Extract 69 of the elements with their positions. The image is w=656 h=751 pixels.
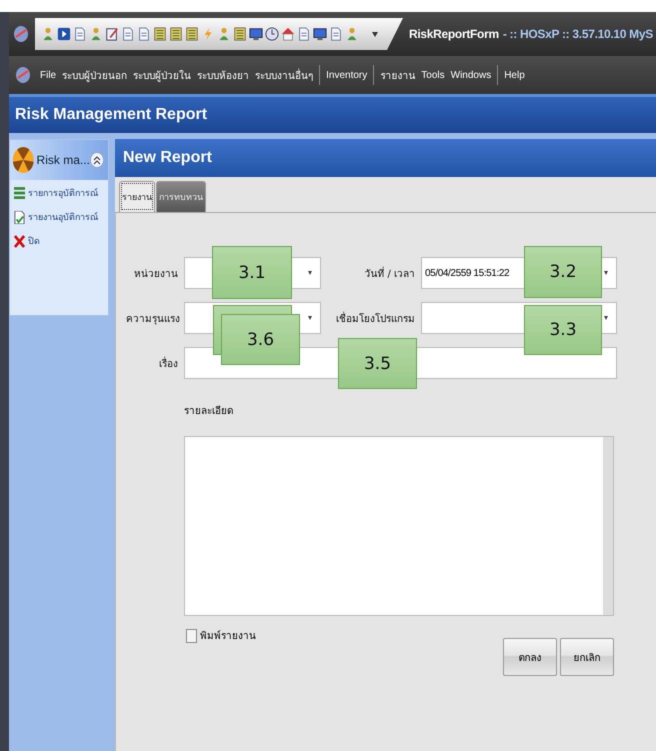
dropdown-arrow-icon[interactable] — [306, 270, 314, 276]
field-label: ความรุนแรง — [126, 312, 178, 326]
field-label: เรื่อง — [158, 356, 178, 370]
sidebar-title: Risk ma... — [36, 153, 90, 167]
document-icon[interactable] — [73, 26, 87, 42]
monitor-icon[interactable] — [313, 26, 327, 42]
grid-icon[interactable] — [169, 26, 183, 42]
sidebar-item[interactable]: ปิด — [10, 228, 108, 252]
document-icon[interactable] — [329, 26, 343, 42]
field-label: เชื่อมโยงโปรแกรม — [335, 310, 415, 326]
form-header: Risk Management Report — [9, 97, 656, 133]
callout-tooltip: 3.3 — [524, 305, 602, 355]
app-icon[interactable] — [13, 25, 29, 43]
app-icon[interactable] — [15, 66, 31, 84]
person-icon[interactable] — [345, 26, 359, 42]
callout-tooltip: 3.2 — [524, 246, 602, 298]
list-icon — [14, 186, 25, 200]
grid-icon[interactable] — [153, 26, 167, 42]
dialog-button[interactable]: ตกลง — [503, 638, 557, 676]
menu-item[interactable]: File — [37, 68, 60, 82]
clock-icon[interactable] — [265, 26, 279, 42]
house-icon[interactable] — [281, 26, 295, 42]
field-label: หน่วยงาน — [133, 268, 178, 280]
menu-item[interactable]: Inventory — [323, 68, 370, 82]
orb-icon — [12, 144, 35, 176]
menu-item[interactable]: Help — [501, 68, 528, 82]
checkbox[interactable] — [186, 629, 197, 643]
menu-item[interactable]: Windows — [448, 68, 494, 82]
callout-tooltip: 3.1 — [212, 246, 292, 299]
document-icon[interactable] — [297, 26, 311, 42]
menu-item[interactable]: รายงาน — [377, 66, 418, 84]
person-icon[interactable] — [217, 26, 231, 42]
details-label: รายละเอียด — [184, 404, 234, 418]
monitor-icon[interactable] — [249, 26, 263, 42]
sidebar-item[interactable]: รายงานอุบัติการณ์ — [10, 204, 108, 228]
document-icon[interactable] — [121, 26, 135, 42]
grid-icon[interactable] — [233, 26, 247, 42]
chevron-icon — [92, 156, 101, 164]
app-version: - :: HOSxP :: 3.57.10.10 MyS — [502, 27, 653, 41]
menu-item[interactable]: ระบบผู้ป่วยใน — [130, 66, 194, 84]
sidebar-item-label: ปิด — [28, 236, 40, 248]
tab[interactable]: การทบทวน — [156, 181, 206, 212]
menu-item[interactable]: ระบบห้องยา — [194, 66, 252, 84]
menu-item[interactable]: ระบบงานอื่นๆ — [252, 66, 316, 84]
sidebar-item[interactable]: รายการอุบัติการณ์ — [10, 180, 108, 204]
scrollbar[interactable] — [603, 437, 613, 615]
close-icon — [14, 234, 25, 248]
window-title: RiskReportForm — [409, 27, 499, 41]
grid-icon[interactable] — [185, 26, 199, 42]
document-icon[interactable] — [137, 26, 151, 42]
sidebar-item-label: รายงานอุบัติการณ์ — [28, 211, 98, 224]
tab[interactable]: รายงาน — [119, 181, 155, 212]
section-header: New Report — [115, 139, 656, 177]
play-icon[interactable] — [57, 26, 71, 42]
sidebar-item-label: รายการอุบัติการณ์ — [28, 187, 98, 200]
dropdown-arrow-icon[interactable] — [306, 315, 314, 321]
dropdown-arrow-icon[interactable] — [602, 315, 610, 321]
menu-item[interactable]: Tools — [418, 68, 448, 82]
pencil-icon[interactable] — [105, 26, 119, 42]
menu-item[interactable]: ระบบผู้ป่วยนอก — [59, 66, 130, 84]
collapse-button[interactable] — [90, 152, 104, 168]
checkbox-label: พิมพ์รายงาน — [200, 629, 256, 643]
document-icon — [14, 210, 25, 224]
dialog-button[interactable]: ยกเลิก — [560, 638, 614, 676]
field-label: วันที่ / เวลา — [363, 266, 415, 280]
callout-tooltip: 3.5 — [338, 338, 417, 389]
callout-tooltip: 3.6 — [221, 314, 300, 365]
dropdown-arrow-icon[interactable] — [602, 270, 610, 276]
caret-icon[interactable] — [371, 30, 379, 38]
